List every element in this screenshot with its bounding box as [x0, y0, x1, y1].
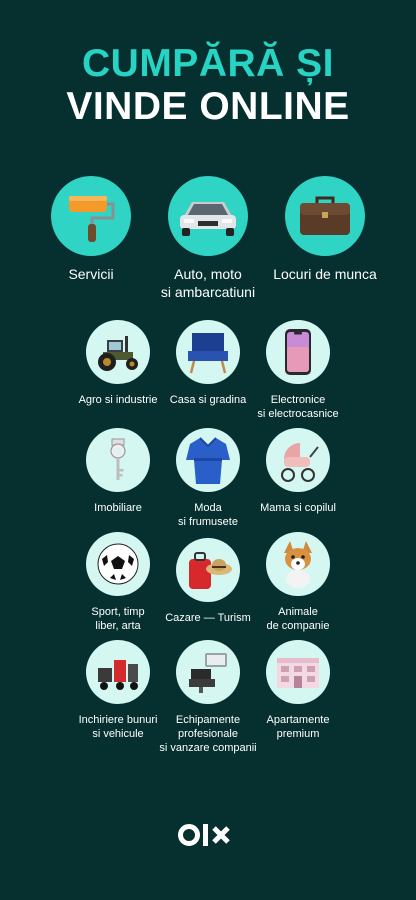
category-icon-circle	[168, 176, 248, 256]
label-line: Servicii	[68, 266, 114, 282]
label-line: Auto, moto	[174, 266, 242, 282]
category-icon-circle	[86, 640, 150, 704]
category-icon-circle	[86, 532, 150, 596]
olx-logo	[0, 820, 416, 850]
label-line: si vanzare companii	[159, 741, 257, 754]
category-servicii[interactable]: Servicii	[26, 176, 156, 284]
paint-roller-icon	[61, 186, 121, 246]
category-icon-circle	[51, 176, 131, 256]
tractor-icon	[93, 332, 143, 372]
stroller-icon	[274, 437, 322, 483]
dog-icon	[276, 539, 320, 589]
apartment-building-icon	[273, 652, 323, 692]
car-icon	[176, 194, 240, 238]
category-icon-circle	[176, 640, 240, 704]
page-headline: CUMPĂRĂ ȘI VINDE ONLINE	[0, 44, 416, 126]
label-line: Apartamente	[266, 714, 330, 726]
armchair-icon	[186, 329, 230, 375]
category-label: Mama si copilul	[233, 502, 363, 516]
label-line: premium	[276, 727, 320, 740]
category-icon-circle	[266, 320, 330, 384]
category-locuri-de-munca[interactable]: Locuri de munca	[260, 176, 390, 284]
soccer-ball-icon	[96, 542, 140, 586]
key-icon	[103, 435, 133, 485]
category-icon-circle	[86, 428, 150, 492]
robe-icon	[186, 434, 230, 486]
category-label: Animale de companie	[233, 606, 363, 634]
briefcase-icon	[297, 193, 353, 239]
category-icon-circle	[176, 320, 240, 384]
label-line: Electronice	[270, 394, 326, 406]
category-icon-circle	[176, 538, 240, 602]
category-apartamente[interactable]: Apartamente premium	[233, 640, 363, 742]
category-label: Servicii	[26, 266, 156, 284]
category-animale[interactable]: Animale de companie	[233, 532, 363, 634]
category-icon-circle	[86, 320, 150, 384]
label-line: de companie	[266, 619, 330, 632]
category-label: Electronice si electrocasnice	[233, 394, 363, 422]
label-line: Animale	[278, 606, 318, 618]
category-icon-circle	[266, 532, 330, 596]
category-icon-circle	[266, 640, 330, 704]
category-mama-copilul[interactable]: Mama si copilul	[233, 428, 363, 516]
category-label: Apartamente premium	[233, 714, 363, 742]
category-electronice[interactable]: Electronice si electrocasnice	[233, 320, 363, 422]
salon-chair-icon	[185, 649, 231, 695]
category-auto[interactable]: Auto, moto si ambarcatiuni	[143, 176, 273, 301]
label-line: si ambarcatiuni	[160, 283, 256, 300]
label-line: Mama si copilul	[260, 502, 336, 514]
olx-logo-icon	[178, 824, 230, 846]
category-label: Locuri de munca	[260, 266, 390, 284]
label-line: si frumusete	[178, 515, 238, 528]
headline-line-1: CUMPĂRĂ ȘI	[81, 42, 334, 85]
smartphone-icon	[283, 327, 313, 377]
suitcase-hat-icon	[183, 547, 233, 593]
category-icon-circle	[266, 428, 330, 492]
label-line: Locuri de munca	[273, 266, 377, 282]
category-icon-circle	[285, 176, 365, 256]
headline-line-2: VINDE ONLINE	[66, 85, 350, 128]
category-icon-circle	[176, 428, 240, 492]
label-line: si electrocasnice	[257, 407, 339, 420]
equipment-icon	[94, 650, 142, 694]
category-label: Auto, moto si ambarcatiuni	[143, 266, 273, 301]
